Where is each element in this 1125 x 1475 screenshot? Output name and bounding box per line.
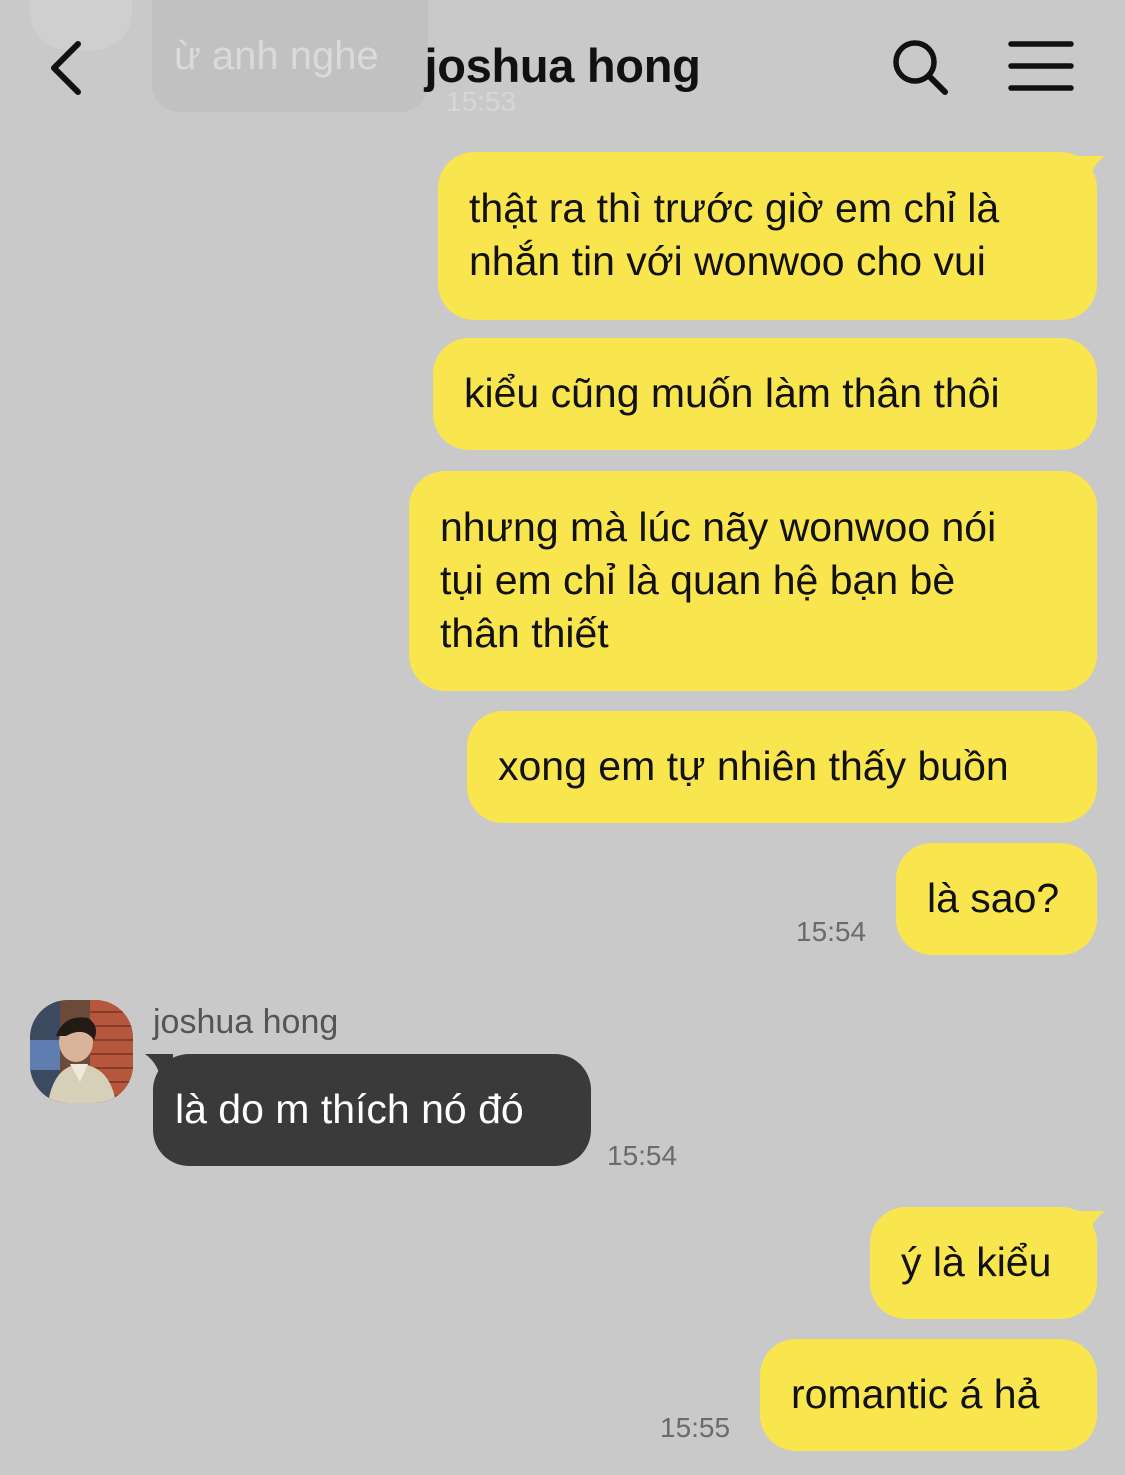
outgoing-message[interactable]: nhưng mà lúc nãy wonwoo nói tụi em chỉ l… (409, 471, 1097, 691)
message-time: 15:54 (607, 1140, 678, 1171)
message-line: ý là kiểu (901, 1239, 1052, 1285)
message-time: 15:54 (796, 916, 867, 947)
hamburger-menu-icon[interactable] (1008, 40, 1074, 92)
chat-title: joshua hong (424, 39, 701, 92)
outgoing-message[interactable]: kiểu cũng muốn làm thân thôi (433, 338, 1097, 450)
incoming-message[interactable]: là do m thích nó đó (153, 1054, 591, 1166)
message-line: thật ra thì trước giờ em chỉ là (469, 185, 1000, 231)
message-line: nhắn tin với wonwoo cho vui (469, 238, 986, 284)
message-line: xong em tự nhiên thấy buồn (498, 743, 1009, 789)
message-time: 15:55 (660, 1412, 731, 1443)
message-line: thân thiết (440, 610, 609, 656)
outgoing-message[interactable]: thật ra thì trước giờ em chỉ là nhắn tin… (438, 152, 1097, 320)
search-icon[interactable] (890, 37, 950, 97)
message-line: romantic á hả (791, 1371, 1040, 1417)
outgoing-message[interactable]: xong em tự nhiên thấy buồn (467, 711, 1097, 823)
message-line: là sao? (927, 875, 1060, 921)
outgoing-message[interactable]: là sao? (896, 843, 1097, 955)
outgoing-message[interactable]: ý là kiểu (870, 1207, 1097, 1319)
avatar[interactable] (30, 1000, 133, 1103)
message-line: tụi em chỉ là quan hệ bạn bè (440, 557, 956, 603)
message-line: là do m thích nó đó (175, 1086, 524, 1132)
sender-name: joshua hong (153, 1003, 339, 1041)
outgoing-message[interactable]: romantic á hả (760, 1339, 1097, 1451)
message-line: kiểu cũng muốn làm thân thôi (464, 370, 1000, 416)
message-line: nhưng mà lúc nãy wonwoo nói (440, 504, 997, 550)
